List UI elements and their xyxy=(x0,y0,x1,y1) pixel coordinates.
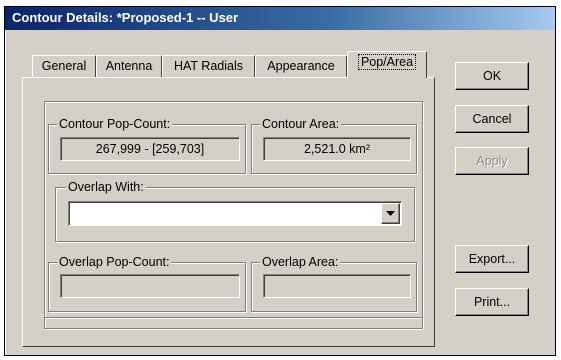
tab-appearance-label: Appearance xyxy=(267,59,335,73)
overlap-area-field xyxy=(263,274,411,298)
overlap-pop-label: Overlap Pop-Count: xyxy=(57,255,172,269)
contour-area-field: 2,521.0 km² xyxy=(263,137,411,161)
window-title: Contour Details: *Proposed-1 -- User xyxy=(12,10,239,25)
tab-hat-radials-label: HAT Radials xyxy=(173,59,243,73)
overlap-pop-field xyxy=(60,274,240,298)
tab-hat-radials[interactable]: HAT Radials xyxy=(162,55,255,77)
chevron-down-icon xyxy=(386,211,395,216)
overlap-with-label: Overlap With: xyxy=(66,180,146,194)
tab-pop-area-label: Pop/Area xyxy=(357,54,417,70)
dropdown-arrow-button[interactable] xyxy=(381,203,400,224)
overlap-with-dropdown[interactable] xyxy=(68,201,402,226)
overlap-area-label: Overlap Area: xyxy=(260,255,341,269)
tab-pop-area[interactable]: Pop/Area xyxy=(347,51,427,78)
apply-button[interactable]: Apply xyxy=(455,147,529,175)
tab-antenna-label: Antenna xyxy=(105,59,153,73)
tab-general[interactable]: General xyxy=(32,55,96,77)
tab-general-label: General xyxy=(41,59,87,73)
contour-pop-field: 267,999 - [259,703] xyxy=(60,137,240,161)
bottom-divider xyxy=(44,317,423,329)
contour-pop-label: Contour Pop-Count: xyxy=(57,117,173,131)
ok-button[interactable]: OK xyxy=(455,62,529,90)
print-button[interactable]: Print... xyxy=(455,288,529,316)
contour-area-label: Contour Area: xyxy=(260,117,342,131)
export-button[interactable]: Export... xyxy=(455,245,529,273)
cancel-button[interactable]: Cancel xyxy=(455,105,529,133)
tab-antenna[interactable]: Antenna xyxy=(96,55,162,77)
tab-appearance[interactable]: Appearance xyxy=(255,55,347,77)
